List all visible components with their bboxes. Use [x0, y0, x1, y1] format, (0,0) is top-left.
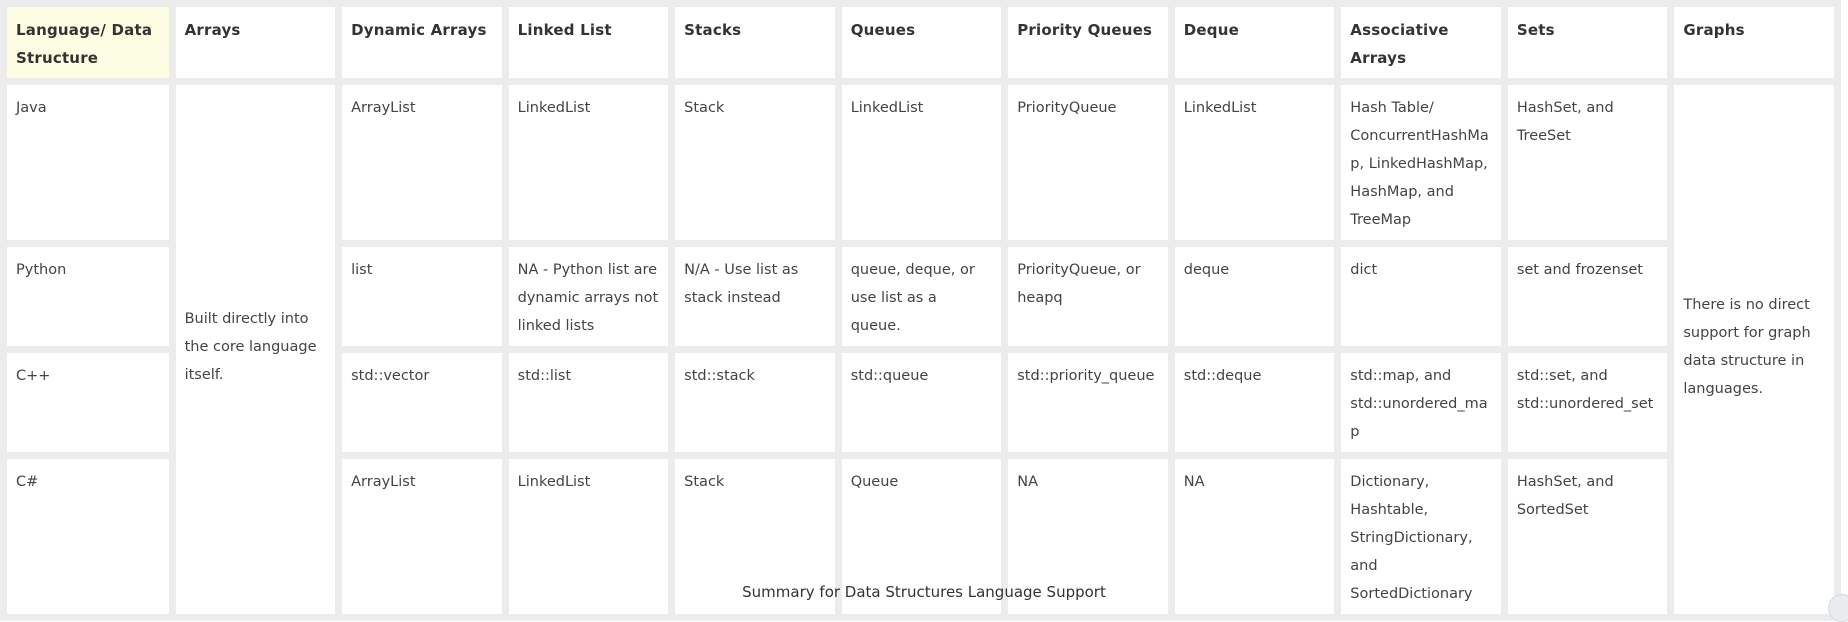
table-row-java: Java Built directly into the core langua…	[7, 85, 1834, 614]
header-associative-arrays: Associative Arrays	[1341, 7, 1501, 78]
cell-dynamic-arrays: std::vector	[342, 353, 502, 452]
header-queues: Queues	[841, 7, 1002, 78]
cell-queues: LinkedList	[841, 85, 1002, 240]
data-structures-table-container: Language/ Data Structure Arrays Dynamic …	[0, 0, 1848, 621]
cell-queues: std::queue	[841, 353, 1002, 452]
cell-deque: deque	[1174, 247, 1335, 346]
cell-arrays-all-languages: Built directly into the core language it…	[175, 85, 336, 614]
cell-associative-arrays: dict	[1341, 247, 1501, 346]
header-deque: Deque	[1174, 7, 1335, 78]
cell-linked-list: std::list	[508, 353, 669, 452]
cell-stacks: Stack	[675, 85, 835, 240]
data-structures-table: Language/ Data Structure Arrays Dynamic …	[0, 0, 1841, 621]
cell-priority-queues: std::priority_queue	[1008, 353, 1168, 452]
header-dynamic-arrays: Dynamic Arrays	[342, 7, 502, 78]
table-caption: Summary for Data Structures Language Sup…	[742, 583, 1106, 601]
cell-dynamic-arrays: ArrayList	[342, 85, 502, 240]
header-language-data-structure: Language/ Data Structure	[7, 7, 169, 78]
cell-sets: set and frozenset	[1507, 247, 1668, 346]
cell-graphs-all-languages: There is no direct support for graph dat…	[1674, 85, 1834, 614]
cell-language: Python	[7, 247, 169, 346]
header-arrays: Arrays	[175, 7, 336, 78]
header-stacks: Stacks	[675, 7, 835, 78]
cell-deque: std::deque	[1174, 353, 1335, 452]
header-linked-list: Linked List	[508, 7, 669, 78]
header-graphs: Graphs	[1674, 7, 1834, 78]
cell-associative-arrays: std::map, and std::unordered_map	[1341, 353, 1501, 452]
cell-language: C++	[7, 353, 169, 452]
cell-linked-list: NA - Python list are dynamic arrays not …	[508, 247, 669, 346]
scroll-widget-icon[interactable]	[1828, 594, 1848, 622]
cell-deque: LinkedList	[1174, 85, 1335, 240]
header-sets: Sets	[1507, 7, 1668, 78]
header-priority-queues: Priority Queues	[1008, 7, 1168, 78]
cell-associative-arrays: Hash Table/ ConcurrentHashMap, LinkedHas…	[1341, 85, 1501, 240]
cell-priority-queues: PriorityQueue, or heapq	[1008, 247, 1168, 346]
cell-queues: queue, deque, or use list as a queue.	[841, 247, 1002, 346]
cell-linked-list: LinkedList	[508, 85, 669, 240]
cell-stacks: std::stack	[675, 353, 835, 452]
cell-sets: std::set, and std::unordered_set	[1507, 353, 1668, 452]
cell-language: Java	[7, 85, 169, 240]
cell-priority-queues: PriorityQueue	[1008, 85, 1168, 240]
table-header-row: Language/ Data Structure Arrays Dynamic …	[7, 7, 1834, 78]
cell-stacks: N/A - Use list as stack instead	[675, 247, 835, 346]
cell-dynamic-arrays: list	[342, 247, 502, 346]
cell-sets: HashSet, and TreeSet	[1507, 85, 1668, 240]
